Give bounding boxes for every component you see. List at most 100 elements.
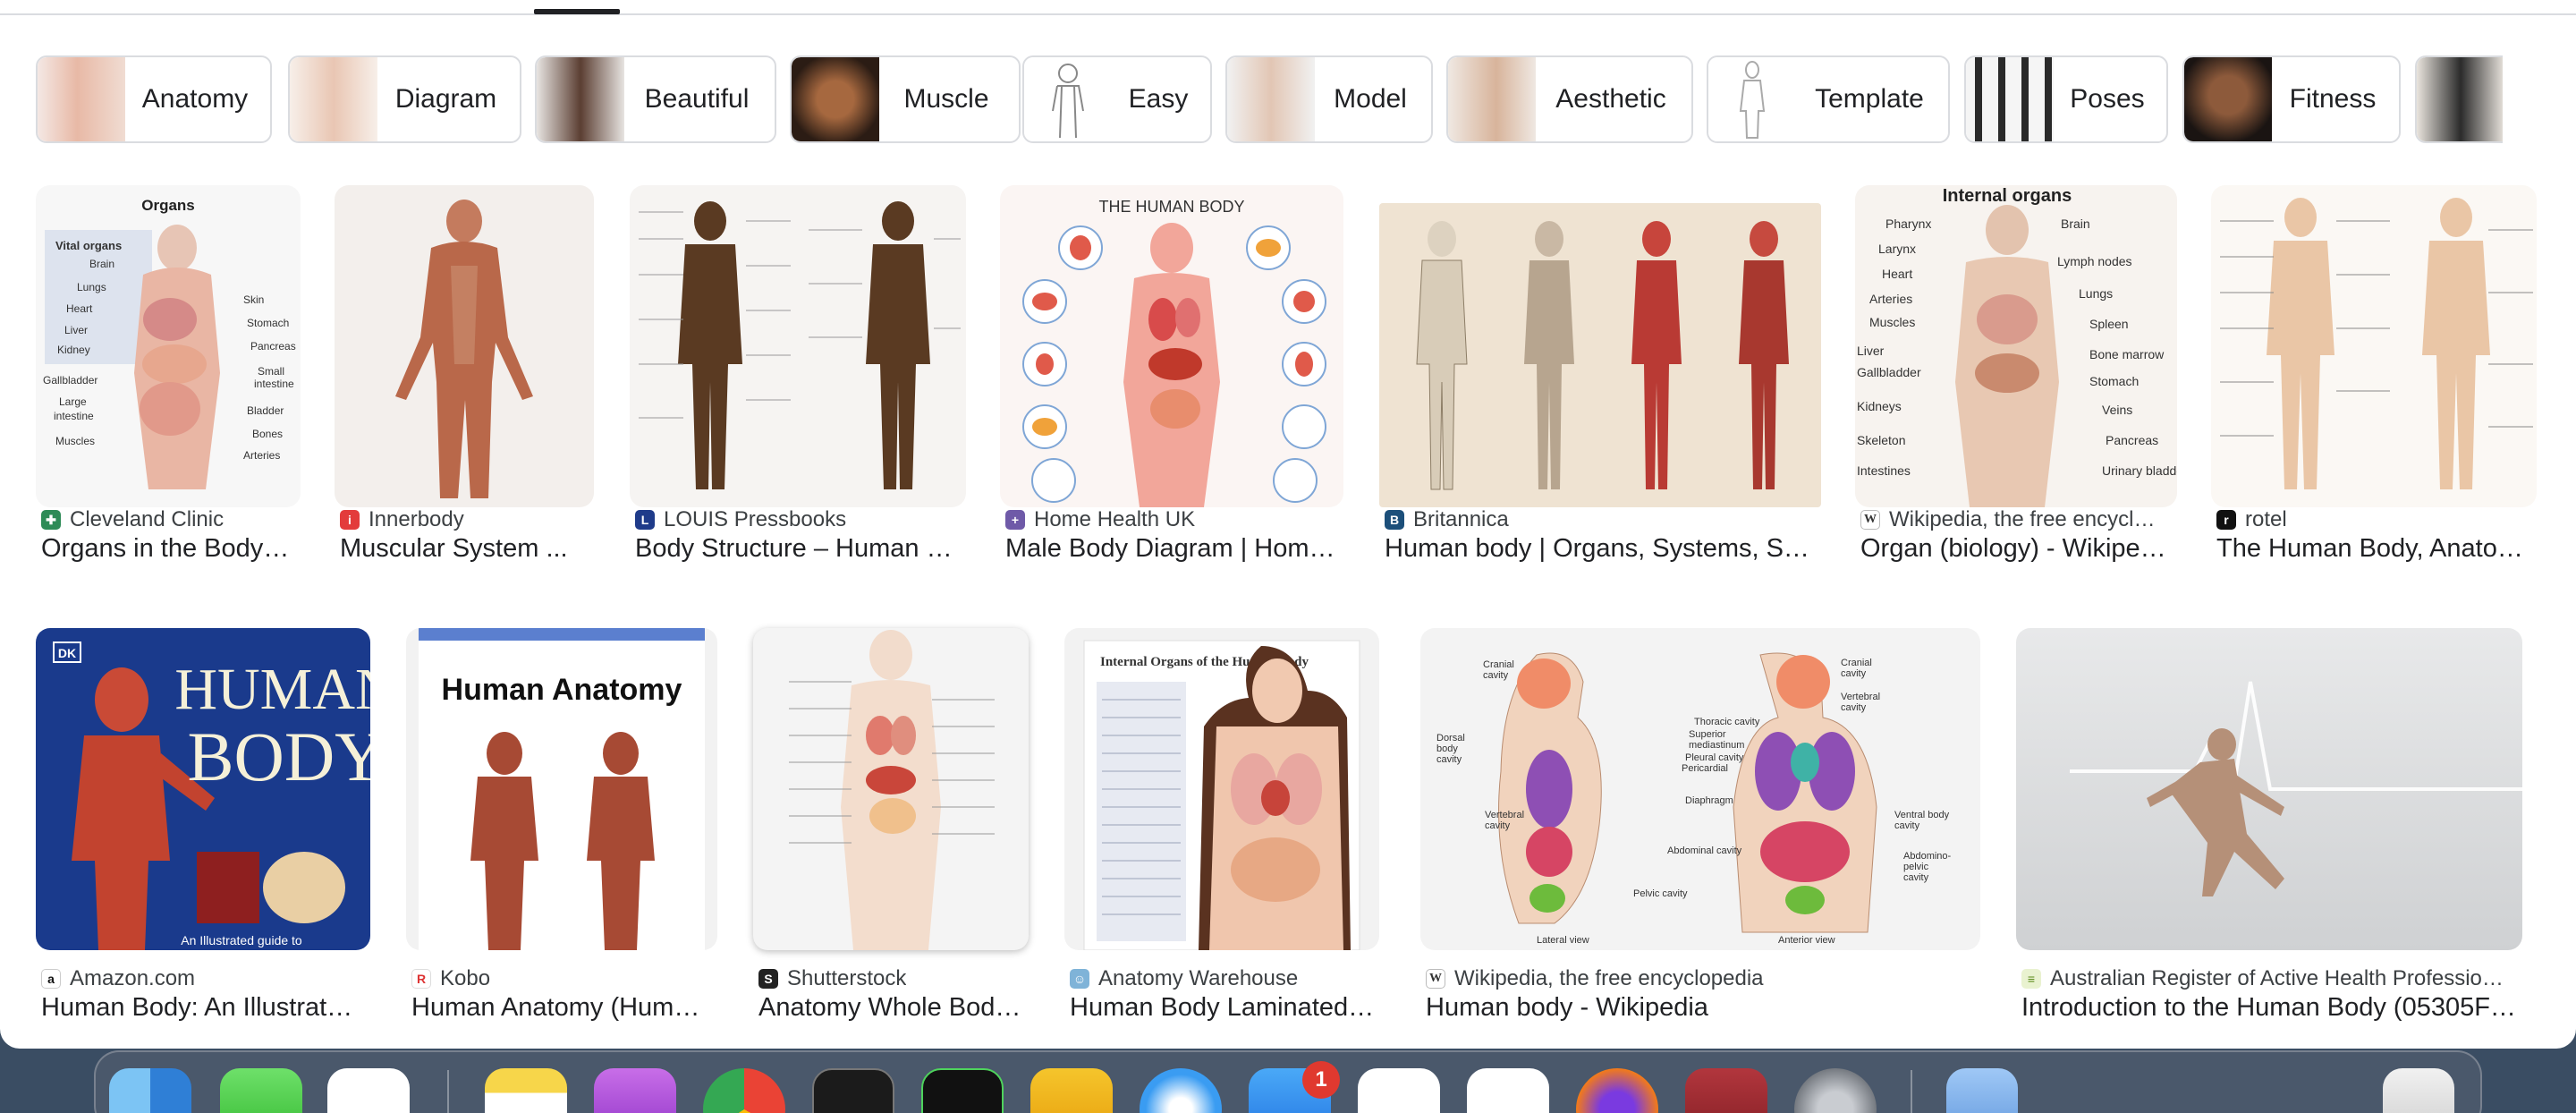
result-card[interactable]: S Shutterstock Anatomy Whole Bod…: [753, 628, 1030, 1040]
svg-text:pelvic: pelvic: [1903, 862, 1929, 872]
result-image[interactable]: [630, 185, 966, 507]
svg-text:Lungs: Lungs: [2079, 286, 2113, 301]
result-image[interactable]: [335, 185, 594, 507]
svg-text:Large: Large: [59, 395, 87, 408]
result-card[interactable]: r rotel The Human Body, Anato…: [2211, 185, 2540, 579]
result-title[interactable]: Human Anatomy (Hum…: [411, 993, 716, 1023]
svg-text:Urinary bladder: Urinary bladder: [2102, 463, 2177, 478]
chip-muscle[interactable]: Muscle: [790, 55, 1021, 143]
chip-aesthetic[interactable]: Aesthetic: [1446, 55, 1693, 143]
result-card[interactable]: i Innerbody Muscular System ...: [335, 185, 599, 579]
result-card[interactable]: Internal Organs of the Human Body ☺ Anato…: [1064, 628, 1381, 1040]
result-title[interactable]: The Human Body, Anato…: [2216, 534, 2540, 564]
result-card[interactable]: L LOUIS Pressbooks Body Structure – Human…: [630, 185, 970, 579]
trash-icon[interactable]: [2383, 1068, 2454, 1113]
result-title[interactable]: Muscular System ...: [340, 534, 581, 564]
result-card[interactable]: Organs Vital organs Brain Lungs Heart Liver…: [36, 185, 304, 579]
result-source[interactable]: i Innerbody: [340, 507, 464, 532]
internal-organs-title: Internal organs: [1943, 186, 2072, 206]
result-source[interactable]: a Amazon.com: [41, 966, 195, 991]
svg-text:Veins: Veins: [2102, 403, 2132, 417]
svg-text:Stomach: Stomach: [247, 317, 289, 329]
result-source[interactable]: + Home Health UK: [1005, 507, 1195, 532]
outline-template-thumb: [1708, 57, 1796, 141]
terminal-dollar-icon[interactable]: [921, 1068, 1004, 1113]
result-card[interactable]: Internal organs Pharynx Larynx Heart Arteri…: [1855, 185, 2182, 579]
chip-easy[interactable]: Easy: [1022, 55, 1212, 143]
result-image[interactable]: Cranial cavity Dorsal body cavity Vertebral…: [1420, 628, 1980, 950]
result-source[interactable]: S Shutterstock: [758, 966, 906, 991]
book-title-line2: BODY: [187, 718, 370, 795]
result-image[interactable]: Internal organs Pharynx Larynx Heart Arteri…: [1855, 185, 2177, 507]
notes-icon[interactable]: [485, 1068, 567, 1113]
result-source[interactable]: ✚ Cleveland Clinic: [41, 507, 224, 532]
result-image[interactable]: THE HUMAN BODY: [1000, 185, 1343, 507]
result-title[interactable]: Human Body Laminated…: [1070, 993, 1383, 1023]
svg-text:Lymph nodes: Lymph nodes: [2057, 254, 2132, 268]
svg-text:Muscles: Muscles: [1869, 315, 1915, 329]
svg-text:cavity: cavity: [1894, 820, 1920, 831]
book-subtitle: An Illustrated guide to: [181, 933, 302, 947]
chip-beautiful[interactable]: Beautiful: [535, 55, 776, 143]
result-image[interactable]: Human Anatomy: [406, 628, 717, 950]
podcasts-icon[interactable]: [594, 1068, 676, 1113]
svg-text:Diaphragm: Diaphragm: [1685, 795, 1733, 806]
messages-icon[interactable]: [220, 1068, 302, 1113]
chip-fitness[interactable]: Fitness: [2182, 55, 2401, 143]
result-source[interactable]: W Wikipedia, the free encyclopedia: [1426, 966, 1764, 991]
result-card[interactable]: Human Anatomy R Kobo Human Anatomy (Hum…: [406, 628, 719, 1040]
result-source[interactable]: R Kobo: [411, 966, 490, 991]
chip-poses[interactable]: Poses: [1964, 55, 2168, 143]
result-source[interactable]: ☺ Anatomy Warehouse: [1070, 966, 1298, 991]
result-title[interactable]: Body Structure – Human …: [635, 534, 971, 564]
svg-text:Stomach: Stomach: [2089, 374, 2139, 388]
result-title[interactable]: Organs in the Body…: [41, 534, 301, 564]
result-card[interactable]: DK HUMAN BODY An Illustrated guide to aA…: [36, 628, 376, 1040]
result-title[interactable]: Introduction to the Human Body (05305F…: [2021, 993, 2531, 1023]
result-title[interactable]: Organ (biology) - Wikipe…: [1860, 534, 2179, 564]
result-source[interactable]: B Britannica: [1385, 507, 1509, 532]
svg-text:mediastinum: mediastinum: [1689, 740, 1744, 751]
result-card[interactable]: ≡ Australian Register of Active Health Pr…: [2016, 628, 2544, 1040]
result-title[interactable]: Anatomy Whole Bod…: [758, 993, 1030, 1023]
chip-diagram[interactable]: Diagram: [288, 55, 521, 143]
terminal-icon[interactable]: [812, 1068, 894, 1113]
freeform-icon[interactable]: [327, 1068, 410, 1113]
result-image[interactable]: [753, 628, 1029, 950]
result-image[interactable]: [2211, 185, 2537, 507]
result-title[interactable]: Human body | Organs, Systems, S…: [1385, 534, 1823, 564]
result-image[interactable]: [1379, 203, 1821, 507]
chip-model[interactable]: Model: [1225, 55, 1433, 143]
finder-icon[interactable]: [109, 1068, 191, 1113]
preview-icon[interactable]: [1358, 1068, 1440, 1113]
result-card[interactable]: Cranial cavity Dorsal body cavity Vertebral…: [1420, 628, 1982, 1040]
organ-diagram-thumb: [38, 57, 125, 141]
svg-text:Pleural cavity: Pleural cavity: [1685, 752, 1744, 763]
result-image[interactable]: [2016, 628, 2522, 950]
files-icon[interactable]: [1946, 1068, 2018, 1113]
result-image[interactable]: Internal Organs of the Human Body: [1064, 628, 1379, 950]
result-card[interactable]: THE HUMAN BODY + Home Health UK Male Body…: [1000, 185, 1349, 579]
vectorworks-icon[interactable]: [1030, 1068, 1113, 1113]
result-title[interactable]: Human body - Wikipedia: [1426, 993, 1980, 1023]
result-source[interactable]: r rotel: [2216, 507, 2287, 532]
result-source[interactable]: W Wikipedia, the free encycl…: [1860, 507, 2155, 532]
dictionary-icon[interactable]: [1685, 1068, 1767, 1113]
arahp-icon: ≡: [2021, 969, 2041, 989]
result-source[interactable]: ≡ Australian Register of Active Health Pr…: [2021, 966, 2504, 991]
svg-text:Dorsal: Dorsal: [1436, 733, 1465, 743]
svg-text:cavity: cavity: [1841, 702, 1867, 713]
result-source[interactable]: L LOUIS Pressbooks: [635, 507, 846, 532]
result-image[interactable]: DK HUMAN BODY An Illustrated guide to: [36, 628, 370, 950]
vscode-icon[interactable]: [1467, 1068, 1549, 1113]
svg-text:Small: Small: [258, 365, 284, 378]
result-title[interactable]: Human Body: An Illustrat…: [41, 993, 374, 1023]
chip-anatomy[interactable]: Anatomy: [36, 55, 272, 143]
result-image[interactable]: Organs Vital organs Brain Lungs Heart Liver…: [36, 185, 301, 507]
chip-overflow[interactable]: [2415, 55, 2503, 143]
svg-text:Bone marrow: Bone marrow: [2089, 347, 2165, 361]
result-title[interactable]: Male Body Diagram | Hom…: [1005, 534, 1354, 564]
chip-template[interactable]: Template: [1707, 55, 1950, 143]
result-card[interactable]: B Britannica Human body | Organs, Systems…: [1379, 185, 1823, 579]
svg-text:Pancreas: Pancreas: [2106, 433, 2158, 447]
